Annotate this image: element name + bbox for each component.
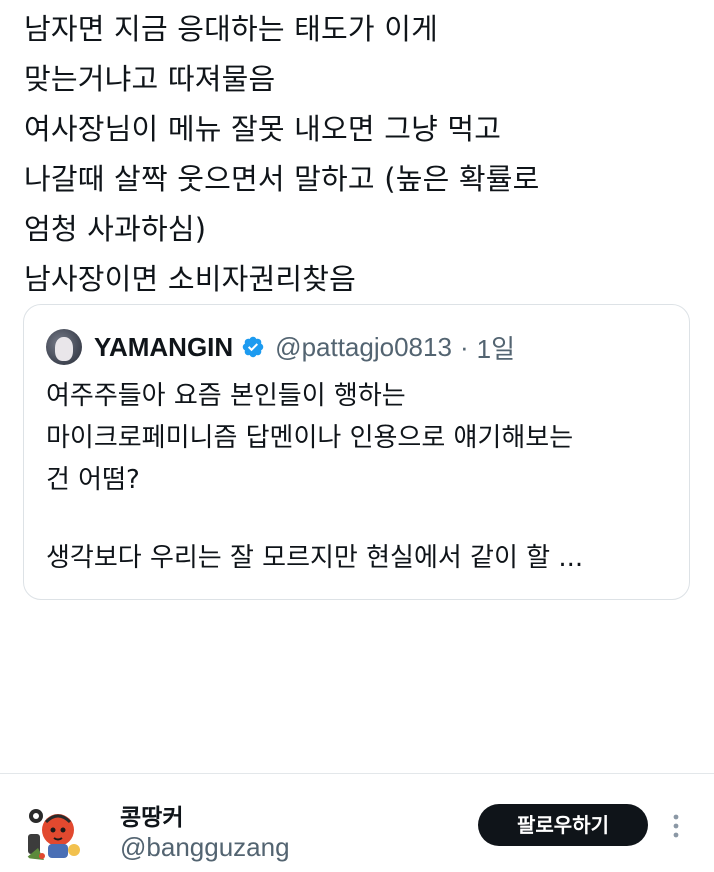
tweet-line: 남사장이면 소비자권리찾음 bbox=[24, 262, 356, 296]
quoted-tweet-time[interactable]: 1일 bbox=[477, 329, 515, 366]
user-avatar[interactable] bbox=[18, 796, 90, 868]
tweet-line: 엄청 사과하심) bbox=[24, 212, 207, 246]
quote-line: 생각보다 우리는 잘 모르지만 현실에서 같이 할 ... bbox=[46, 543, 584, 573]
tweet-text: 남자면 지금 응대하는 태도가 이게 맞는거냐고 따져물음 여사장님이 메뉴 잘… bbox=[24, 4, 694, 304]
avatar-illustration-icon bbox=[18, 796, 90, 868]
follow-button[interactable]: 팔로우하기 bbox=[478, 804, 648, 846]
quoted-tweet-card[interactable]: YAMANGIN @pattagjo0813 · 1일 여주주들아 요즘 본인들… bbox=[23, 304, 690, 600]
tweet-line: 여사장님이 메뉴 잘못 내오면 그냥 먹고 bbox=[24, 112, 502, 146]
quote-line: 건 어떰? bbox=[46, 465, 140, 495]
more-vertical-icon[interactable] bbox=[666, 812, 686, 840]
quoted-tweet-body: 여주주들아 요즘 본인들이 행하는 마이크로페미니즘 답멘이나 인용으로 얘기해… bbox=[46, 375, 676, 579]
quoted-tweet-header: YAMANGIN @pattagjo0813 · 1일 bbox=[46, 327, 515, 367]
user-display-name[interactable]: 콩땅커 bbox=[120, 798, 183, 832]
quote-line: 여주주들아 요즘 본인들이 행하는 bbox=[46, 381, 406, 411]
quoted-author-avatar[interactable] bbox=[46, 329, 82, 365]
tweet-line: 나갈때 살짝 웃으면서 말하고 (높은 확률로 bbox=[24, 162, 540, 196]
quoted-author-name[interactable]: YAMANGIN bbox=[94, 332, 233, 363]
tweet-line: 맞는거냐고 따져물음 bbox=[24, 62, 276, 96]
quote-line: 마이크로페미니즘 답멘이나 인용으로 얘기해보는 bbox=[46, 423, 574, 453]
separator-dot: · bbox=[459, 331, 469, 362]
tweet-line: 남자면 지금 응대하는 태도가 이게 bbox=[24, 12, 438, 46]
user-handle[interactable]: @bangguzang bbox=[120, 832, 290, 863]
quoted-author-handle[interactable]: @pattagjo0813 bbox=[275, 332, 452, 363]
verified-badge-icon bbox=[242, 336, 264, 358]
author-footer: 콩땅커 @bangguzang 팔로우하기 bbox=[0, 774, 714, 872]
